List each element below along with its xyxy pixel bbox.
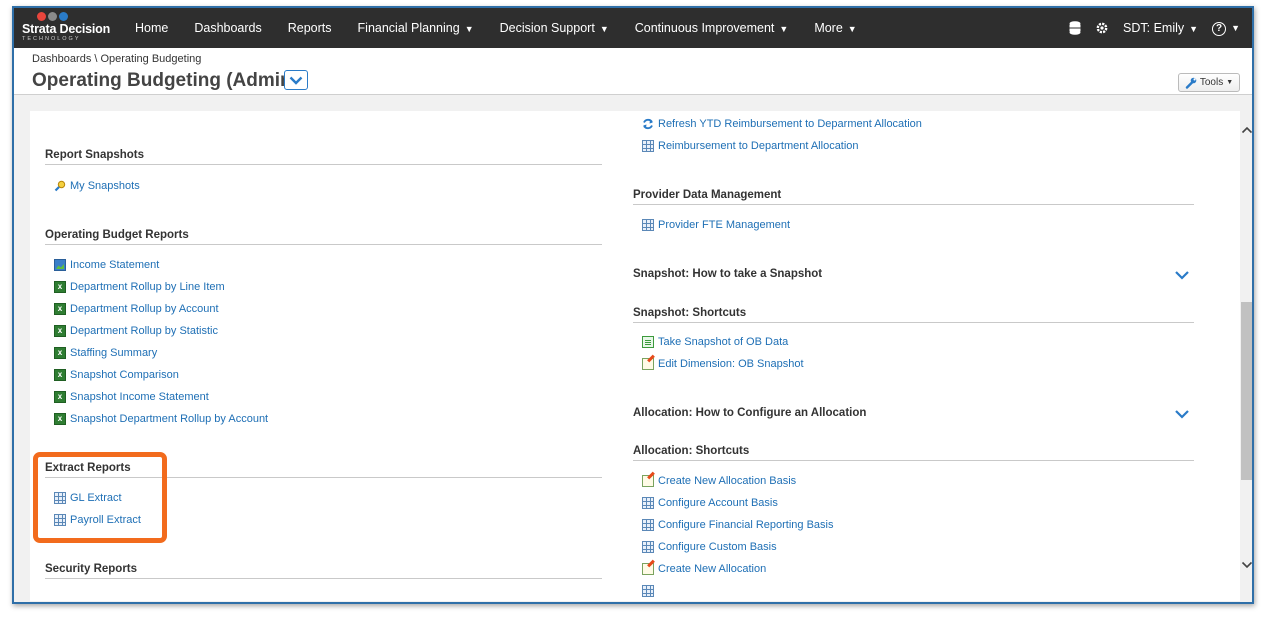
link-income-statement[interactable]: Income Statement — [54, 259, 159, 271]
excel-icon: x — [54, 413, 66, 425]
nav-reports[interactable]: Reports — [275, 21, 345, 35]
section-operating-budget-reports: Operating Budget Reports — [45, 229, 602, 245]
excel-icon: x — [54, 325, 66, 337]
link-configure-account-basis[interactable]: Configure Account Basis — [642, 497, 778, 509]
link-partial-next-item[interactable] — [642, 585, 654, 597]
magnifier-icon — [54, 180, 66, 192]
nav-continuous-improvement[interactable]: Continuous Improvement ▼ — [622, 21, 802, 35]
link-configure-financial-reporting-basis[interactable]: Configure Financial Reporting Basis — [642, 519, 833, 531]
link-department-rollup-account[interactable]: x Department Rollup by Account — [54, 303, 219, 315]
brand-tagline: TECHNOLOGY — [22, 36, 81, 42]
edit-icon — [642, 563, 654, 575]
link-snapshot-comparison[interactable]: x Snapshot Comparison — [54, 369, 179, 381]
scroll-up-icon[interactable] — [1241, 125, 1253, 135]
link-configure-custom-basis[interactable]: Configure Custom Basis — [642, 541, 777, 553]
excel-icon: x — [54, 347, 66, 359]
chevron-down-icon[interactable] — [1174, 408, 1190, 420]
section-provider-data-management: Provider Data Management — [633, 189, 1194, 205]
tools-button[interactable]: Tools ▼ — [1178, 73, 1240, 92]
section-report-snapshots: Report Snapshots — [45, 149, 602, 165]
excel-icon: x — [54, 303, 66, 315]
page-header: Dashboards \ Operating Budgeting Operati… — [14, 48, 1252, 95]
link-edit-dimension-ob-snapshot[interactable]: Edit Dimension: OB Snapshot — [642, 358, 804, 370]
nav-decision-support[interactable]: Decision Support ▼ — [487, 21, 622, 35]
link-take-snapshot-ob-data[interactable]: Take Snapshot of OB Data — [642, 336, 788, 348]
chevron-down-icon — [289, 76, 303, 85]
scroll-down-icon[interactable] — [1241, 560, 1253, 570]
edit-icon — [642, 475, 654, 487]
table-icon — [642, 140, 654, 152]
link-reimbursement-department-allocation[interactable]: Reimbursement to Department Allocation — [642, 140, 859, 152]
link-department-rollup-statistic[interactable]: x Department Rollup by Statistic — [54, 325, 218, 337]
link-snapshot-department-rollup-account[interactable]: x Snapshot Department Rollup by Account — [54, 413, 268, 425]
excel-icon: x — [54, 391, 66, 403]
nav-financial-planning[interactable]: Financial Planning ▼ — [345, 21, 487, 35]
wrench-icon — [1185, 77, 1197, 89]
chevron-down-icon: ▼ — [847, 24, 857, 34]
nav-home[interactable]: Home — [122, 21, 181, 35]
scrollbar-thumb[interactable] — [1241, 302, 1252, 480]
section-allocation-shortcuts: Allocation: Shortcuts — [633, 445, 1194, 461]
section-snapshot-shortcuts: Snapshot: Shortcuts — [633, 307, 1194, 323]
link-create-new-allocation-basis[interactable]: Create New Allocation Basis — [642, 475, 796, 487]
section-snapshot-howto[interactable]: Snapshot: How to take a Snapshot — [633, 268, 1194, 283]
nav-dashboards[interactable]: Dashboards — [181, 21, 274, 35]
chevron-down-icon: ▼ — [779, 24, 789, 34]
section-allocation-howto[interactable]: Allocation: How to Configure an Allocati… — [633, 407, 1194, 422]
gear-icon[interactable] — [1095, 21, 1109, 35]
brand-name: Strata Decision — [22, 22, 111, 36]
caret-down-icon: ▼ — [1226, 79, 1234, 86]
link-my-snapshots[interactable]: My Snapshots — [54, 180, 140, 192]
chart-report-icon — [54, 259, 66, 271]
chevron-down-icon: ▼ — [464, 24, 474, 34]
help-menu[interactable]: ? ▼ — [1212, 20, 1240, 36]
strata-logo[interactable]: Strata Decision TECHNOLOGY — [14, 8, 122, 48]
nav-more[interactable]: More ▼ — [801, 21, 869, 35]
top-navigation: Strata Decision TECHNOLOGY Home Dashboar… — [14, 8, 1252, 48]
breadcrumb[interactable]: Dashboards \ Operating Budgeting — [32, 53, 201, 65]
logo-dots — [37, 12, 122, 21]
table-icon — [642, 219, 654, 231]
chevron-down-icon: ▼ — [599, 24, 609, 34]
link-staffing-summary[interactable]: x Staffing Summary — [54, 347, 157, 359]
dashboard-content: Report Snapshots My Snapshots Operating … — [30, 111, 1240, 601]
refresh-icon — [643, 118, 653, 130]
excel-icon: x — [54, 281, 66, 293]
app-window: Strata Decision TECHNOLOGY Home Dashboar… — [12, 6, 1254, 604]
link-provider-fte-management[interactable]: Provider FTE Management — [642, 219, 790, 231]
chevron-down-icon: ▼ — [1231, 23, 1240, 33]
chevron-down-icon[interactable] — [1174, 269, 1190, 281]
edit-icon — [642, 358, 654, 370]
table-icon — [642, 519, 654, 531]
document-icon — [642, 336, 654, 348]
chevron-down-icon: ▼ — [1189, 24, 1199, 34]
help-icon: ? — [1212, 22, 1227, 36]
page-title: Operating Budgeting (Admin) — [32, 70, 298, 91]
link-department-rollup-line-item[interactable]: x Department Rollup by Line Item — [54, 281, 225, 293]
dashboard-select-button[interactable] — [284, 70, 308, 90]
table-icon — [642, 585, 654, 597]
link-refresh-ytd-reimbursement[interactable]: Refresh YTD Reimbursement to Deparment A… — [642, 118, 922, 130]
user-menu[interactable]: SDT: Emily ▼ — [1123, 21, 1198, 35]
database-icon[interactable] — [1069, 21, 1081, 35]
extract-reports-highlight — [33, 452, 167, 543]
link-snapshot-income-statement[interactable]: x Snapshot Income Statement — [54, 391, 209, 403]
link-create-new-allocation[interactable]: Create New Allocation — [642, 563, 766, 575]
excel-icon: x — [54, 369, 66, 381]
table-icon — [642, 541, 654, 553]
table-icon — [642, 497, 654, 509]
section-security-reports: Security Reports — [45, 563, 602, 579]
nav-right-tools: SDT: Emily ▼ ? ▼ — [1069, 8, 1240, 48]
